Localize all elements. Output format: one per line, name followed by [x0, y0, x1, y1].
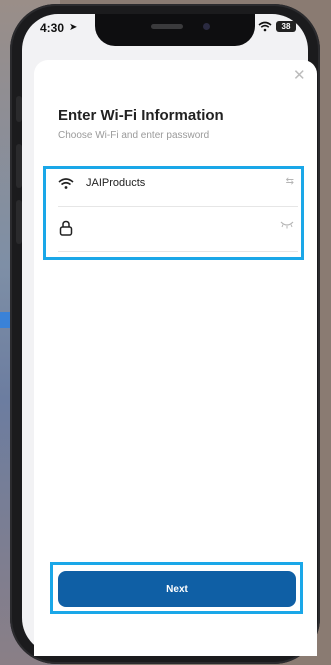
notch-speaker [151, 24, 183, 29]
eye-closed-icon[interactable] [280, 221, 294, 232]
lock-icon [58, 220, 74, 236]
password-field[interactable] [58, 214, 298, 242]
field-divider [58, 251, 298, 252]
switch-network-icon[interactable]: ⇆ [286, 176, 294, 187]
close-icon[interactable]: ✕ [293, 68, 306, 83]
phone-notch [95, 14, 255, 46]
page-title: Enter Wi-Fi Information [58, 107, 224, 124]
location-arrow-icon: ➤ [69, 22, 78, 33]
field-divider [58, 206, 298, 207]
battery-icon: 38 [276, 21, 296, 32]
next-button[interactable]: Next [58, 571, 296, 607]
status-indicators: 38 [258, 21, 296, 32]
wifi-network-selector[interactable]: JAIProducts ⇆ [58, 169, 298, 197]
wifi-network-name: JAIProducts [86, 177, 146, 189]
wifi-icon [58, 175, 74, 191]
status-time: 4:30 [40, 21, 65, 35]
notch-camera [203, 23, 210, 30]
page-subtitle: Choose Wi-Fi and enter password [58, 130, 210, 141]
wifi-status-icon [258, 21, 272, 32]
